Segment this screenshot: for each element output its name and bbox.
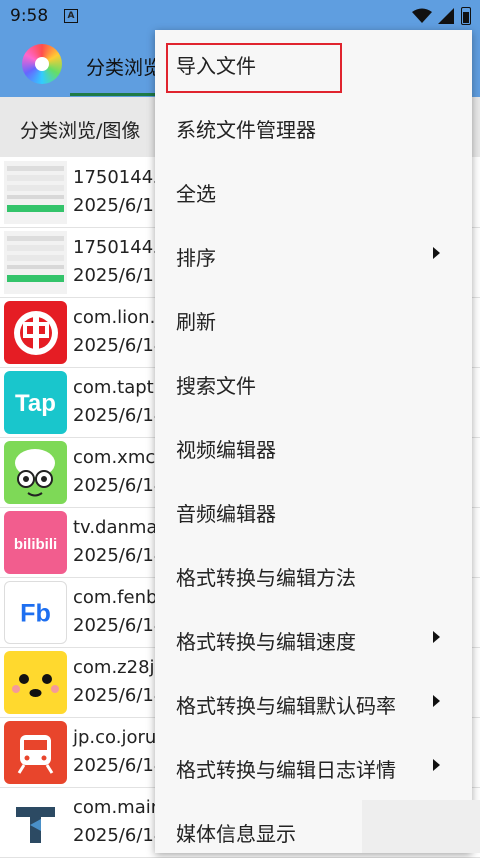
file-date: 2025/6/17: [73, 195, 166, 216]
status-time: 9:58: [10, 6, 49, 26]
file-name: com.z28j: [73, 657, 155, 678]
menu-item-video-editor[interactable]: 视频编辑器: [155, 414, 472, 478]
file-name: com.fenb: [73, 587, 158, 608]
highlight-box: [166, 43, 342, 93]
tab-category-browse[interactable]: 分类浏览: [86, 53, 162, 80]
file-date: 2025/6/14: [73, 335, 166, 356]
notification-icon: A: [64, 9, 78, 23]
menu-item-convert-log[interactable]: 格式转换与编辑日志详情: [155, 734, 472, 798]
file-thumbnail: [4, 161, 67, 224]
file-date: 2025/6/14: [73, 475, 166, 496]
file-name: 17501445: [73, 167, 165, 188]
menu-item-convert-speed[interactable]: 格式转换与编辑速度: [155, 606, 472, 670]
file-thumbnail: [4, 721, 67, 784]
overflow-menu: 导入文件 系统文件管理器 全选 排序 刷新 搜索文件 视频编辑器 音频编辑器 格…: [155, 30, 472, 853]
file-name: com.xmc: [73, 447, 156, 468]
file-name: 17501445: [73, 237, 165, 258]
menu-item-sort[interactable]: 排序: [155, 222, 472, 286]
file-name: com.tapt: [73, 377, 154, 398]
file-date: 2025/6/14: [73, 755, 166, 776]
breadcrumb: 分类浏览/图像: [20, 120, 141, 142]
menu-item-label: 视频编辑器: [176, 438, 276, 462]
menu-item-convert-bitrate[interactable]: 格式转换与编辑默认码率: [155, 670, 472, 734]
file-name: jp.co.joru: [73, 727, 157, 748]
file-date: 2025/6/14: [73, 825, 166, 846]
menu-item-label: 格式转换与编辑默认码率: [176, 694, 396, 718]
wifi-icon: [412, 8, 432, 23]
file-thumbnail: bilibili: [4, 511, 67, 574]
menu-item-label: 排序: [176, 246, 216, 270]
file-date: 2025/6/17: [73, 265, 166, 286]
svg-text:bilibili: bilibili: [14, 536, 57, 553]
status-bar: 9:58 A: [0, 0, 480, 33]
submenu-arrow-icon: [433, 631, 440, 643]
menu-item-label: 音频编辑器: [176, 502, 276, 526]
battery-icon: [461, 7, 471, 25]
menu-item-label: 全选: [176, 182, 216, 206]
file-date: 2025/6/14: [73, 615, 166, 636]
file-thumbnail: [4, 651, 67, 714]
app-logo-icon: [22, 44, 62, 84]
file-date: 2025/6/14: [73, 405, 166, 426]
submenu-arrow-icon: [433, 247, 440, 259]
menu-item-label: 格式转换与编辑速度: [176, 630, 356, 654]
file-date: 2025/6/14: [73, 685, 166, 706]
menu-item-system-file-manager[interactable]: 系统文件管理器: [155, 94, 472, 158]
menu-item-label: 格式转换与编辑日志详情: [176, 758, 396, 782]
menu-item-search-files[interactable]: 搜索文件: [155, 350, 472, 414]
watermark-patch: [362, 800, 480, 853]
menu-item-label: 搜索文件: [176, 374, 256, 398]
menu-item-convert-method[interactable]: 格式转换与编辑方法: [155, 542, 472, 606]
menu-item-label: 刷新: [176, 310, 216, 334]
file-name: com.main: [73, 797, 163, 818]
menu-item-audio-editor[interactable]: 音频编辑器: [155, 478, 472, 542]
submenu-arrow-icon: [433, 695, 440, 707]
submenu-arrow-icon: [433, 759, 440, 771]
svg-text:Tap: Tap: [15, 390, 56, 417]
file-date: 2025/6/14: [73, 545, 166, 566]
svg-text:Fb: Fb: [20, 600, 51, 628]
menu-item-label: 系统文件管理器: [176, 118, 316, 142]
menu-item-select-all[interactable]: 全选: [155, 158, 472, 222]
menu-item-refresh[interactable]: 刷新: [155, 286, 472, 350]
file-thumbnail: [4, 301, 67, 364]
file-name: tv.danma: [73, 517, 158, 538]
file-thumbnail: Tap: [4, 371, 67, 434]
menu-item-label: 媒体信息显示: [176, 822, 296, 846]
file-thumbnail: [4, 231, 67, 294]
signal-icon: [438, 8, 454, 24]
file-thumbnail: Fb: [4, 581, 67, 644]
file-thumbnail: [4, 441, 67, 504]
file-thumbnail: [4, 791, 67, 854]
file-name: com.lion.: [73, 307, 156, 328]
menu-item-label: 格式转换与编辑方法: [176, 566, 356, 590]
